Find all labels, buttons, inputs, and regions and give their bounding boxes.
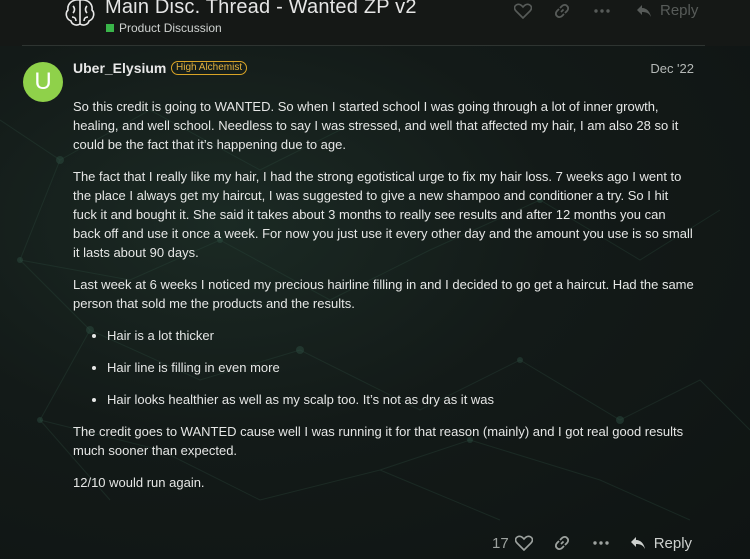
header-divider: [22, 45, 705, 46]
post-paragraph: 12/10 would run again.: [73, 475, 205, 490]
header-ellipsis-icon[interactable]: [594, 8, 610, 13]
user-flair-badge: High Alchemist: [171, 61, 248, 75]
list-item: Hair is a lot thicker: [107, 326, 695, 345]
post-paragraph: Last week at 6 weeks I noticed my precio…: [73, 277, 694, 311]
category-badge[interactable]: Product Discussion: [106, 21, 222, 35]
post-body: So this credit is going to WANTED. So wh…: [73, 97, 695, 505]
topic-header: Main Disc. Thread - Wanted ZP v2 Product…: [0, 0, 750, 46]
ellipsis-icon[interactable]: [592, 541, 609, 545]
header-post-actions: Reply: [500, 2, 698, 19]
reply-button[interactable]: Reply: [630, 535, 692, 552]
like-count[interactable]: 17: [492, 535, 509, 552]
header-reply-label: Reply: [660, 2, 699, 19]
list-item: Hair line is filling in even more: [107, 358, 695, 377]
heart-icon[interactable]: [514, 535, 533, 551]
results-list: Hair is a lot thicker Hair line is filli…: [107, 326, 695, 409]
topic-title[interactable]: Main Disc. Thread - Wanted ZP v2: [105, 0, 417, 19]
category-label: Product Discussion: [119, 21, 222, 35]
header-heart-icon[interactable]: [514, 3, 532, 19]
header-reply-button[interactable]: Reply: [636, 2, 698, 19]
post-paragraph: The credit goes to WANTED cause well I w…: [73, 424, 684, 458]
reply-label: Reply: [653, 534, 693, 552]
avatar-letter: U: [34, 68, 52, 95]
post-paragraph: So this credit is going to WANTED. So wh…: [73, 99, 679, 152]
post-paragraph: The fact that I really like my hair, I h…: [73, 169, 693, 260]
avatar[interactable]: U: [23, 62, 63, 102]
post-actions: 17 Reply: [492, 531, 692, 555]
reply-arrow-icon: [630, 537, 645, 549]
link-icon[interactable]: [554, 535, 570, 551]
list-item: Hair looks healthier as well as my scalp…: [107, 390, 695, 409]
brain-logo-icon[interactable]: [62, 0, 98, 30]
category-color-swatch: [106, 24, 114, 32]
header-link-icon[interactable]: [554, 3, 570, 19]
post-date[interactable]: Dec '22: [650, 61, 694, 76]
username[interactable]: Uber_Elysium: [73, 60, 166, 76]
